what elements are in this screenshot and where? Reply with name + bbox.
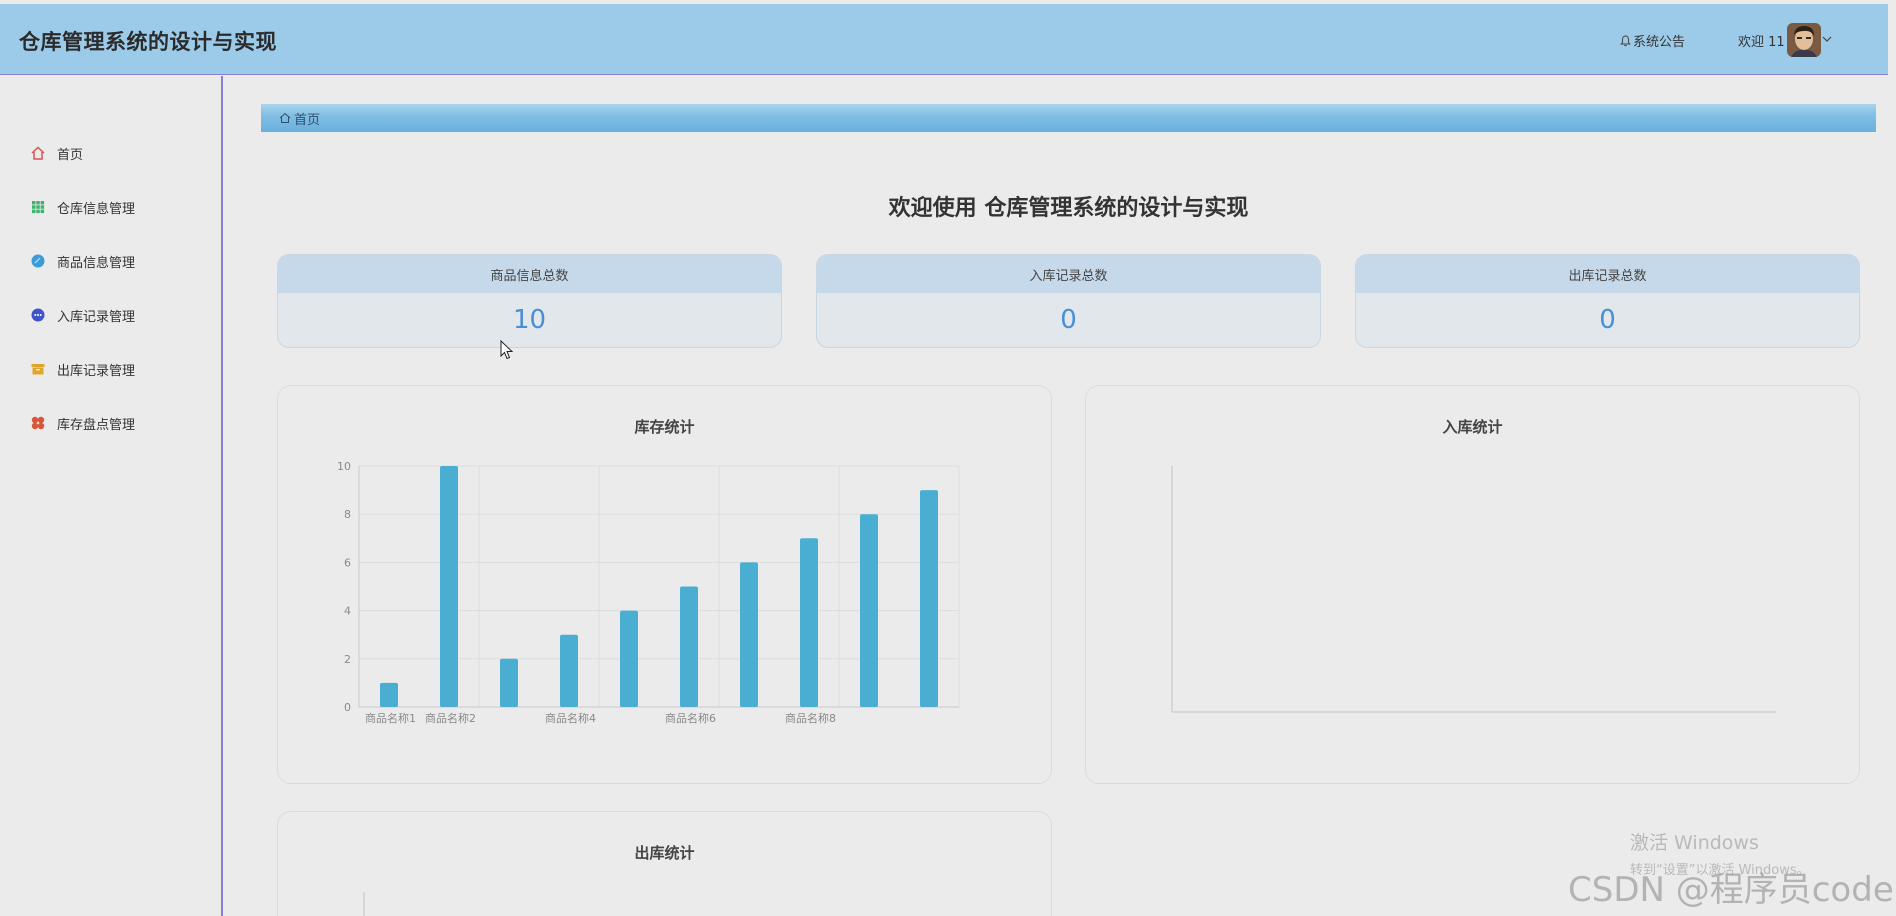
bar <box>920 490 938 707</box>
outbound-chart <box>363 892 365 916</box>
system-notice-label: 系统公告 <box>1633 35 1686 50</box>
bar <box>680 586 698 707</box>
bar <box>440 466 458 707</box>
stat-card-label: 入库记录总数 <box>817 255 1320 293</box>
bell-icon <box>1620 34 1631 46</box>
stat-card-value: 0 <box>1060 305 1077 335</box>
sidebar-item-inbound[interactable]: 入库记录管理 <box>0 295 221 335</box>
sidebar-item-warehouse[interactable]: 仓库信息管理 <box>0 187 221 227</box>
inbound-chart-panel: 入库统计 <box>1085 385 1860 784</box>
system-notice-link[interactable]: 系统公告 <box>1620 31 1685 50</box>
sidebar-item-label: 库存盘点管理 <box>57 417 136 433</box>
sidebar-item-inventory-check[interactable]: 库存盘点管理 <box>0 403 221 443</box>
y-tick-label: 10 <box>337 460 351 473</box>
bar <box>620 610 638 707</box>
y-tick-label: 0 <box>344 701 351 714</box>
outbound-chart-panel: 出库统计 <box>277 811 1052 916</box>
mouse-cursor-icon <box>500 340 514 360</box>
bar <box>860 514 878 707</box>
clover-icon <box>31 416 45 430</box>
x-tick-label: 商品名称1 <box>365 711 416 725</box>
windows-activation-title: 激活 Windows <box>1630 832 1759 854</box>
bar <box>800 538 818 707</box>
sidebar-item-outbound[interactable]: 出库记录管理 <box>0 349 221 389</box>
stat-card-inbound: 入库记录总数 0 <box>816 254 1321 348</box>
app-title: 仓库管理系统的设计与实现 <box>19 30 277 54</box>
grid-icon <box>32 201 45 214</box>
bar <box>380 682 398 707</box>
avatar-image <box>1787 23 1821 57</box>
y-tick-label: 2 <box>344 653 351 666</box>
app-root: 仓库管理系统的设计与实现 系统公告 欢迎 11 首页 仓库信息管理 商品信息管理… <box>0 0 1896 916</box>
bar <box>560 634 578 707</box>
x-tick-label: 商品名称6 <box>665 711 716 725</box>
box-icon <box>31 364 45 375</box>
y-tick-label: 4 <box>344 605 351 618</box>
y-tick-label: 6 <box>344 556 351 569</box>
sidebar-item-goods[interactable]: 商品信息管理 <box>0 241 221 281</box>
stat-card-label: 出库记录总数 <box>1356 255 1859 293</box>
stock-chart-panel: 库存统计 0 2 4 6 8 10 商品名称1 商品名称2 商品名称4 商品名称6 商品名称8 <box>277 385 1052 784</box>
chevron-down-icon[interactable] <box>1822 35 1832 43</box>
sidebar-item-label: 商品信息管理 <box>57 255 136 271</box>
page-title: 欢迎使用 仓库管理系统的设计与实现 <box>888 196 1249 221</box>
bar <box>740 562 758 707</box>
inbound-chart <box>1171 466 1776 713</box>
stock-bar-chart: 0 2 4 6 8 10 商品名称1 商品名称2 商品名称4 商品名称6 商品名称8 <box>337 460 960 725</box>
sidebar-item-label: 首页 <box>57 147 84 163</box>
stat-card-goods: 商品信息总数 10 <box>277 254 782 348</box>
dots-circle-icon <box>31 308 45 322</box>
breadcrumb-home-link[interactable]: 首页 <box>294 109 320 128</box>
home-icon <box>279 112 291 123</box>
welcome-user-text: 欢迎 11 <box>1738 35 1785 50</box>
sidebar-item-label: 出库记录管理 <box>57 363 136 379</box>
stat-card-value: 0 <box>1599 305 1616 335</box>
x-tick-label: 商品名称2 <box>425 711 476 725</box>
avatar[interactable] <box>1787 23 1821 57</box>
sidebar-item-label: 入库记录管理 <box>57 309 136 325</box>
sidebar: 首页 仓库信息管理 商品信息管理 入库记录管理 出库记录管理 库存盘点管理 <box>0 76 223 916</box>
sidebar-item-label: 仓库信息管理 <box>57 201 136 217</box>
csdn-watermark: CSDN @程序员code <box>1568 870 1894 910</box>
top-header: 仓库管理系统的设计与实现 系统公告 欢迎 11 <box>0 4 1888 75</box>
breadcrumb: 首页 <box>261 104 1876 132</box>
stat-card-value: 10 <box>512 305 547 335</box>
circle-icon <box>31 254 45 268</box>
home-icon <box>31 146 45 160</box>
y-tick-label: 8 <box>344 508 351 521</box>
stat-card-outbound: 出库记录总数 0 <box>1355 254 1860 348</box>
x-tick-label: 商品名称8 <box>785 711 836 725</box>
sidebar-item-home[interactable]: 首页 <box>0 133 221 173</box>
bar <box>500 658 518 707</box>
x-tick-label: 商品名称4 <box>545 711 596 725</box>
stat-card-label: 商品信息总数 <box>278 255 781 293</box>
